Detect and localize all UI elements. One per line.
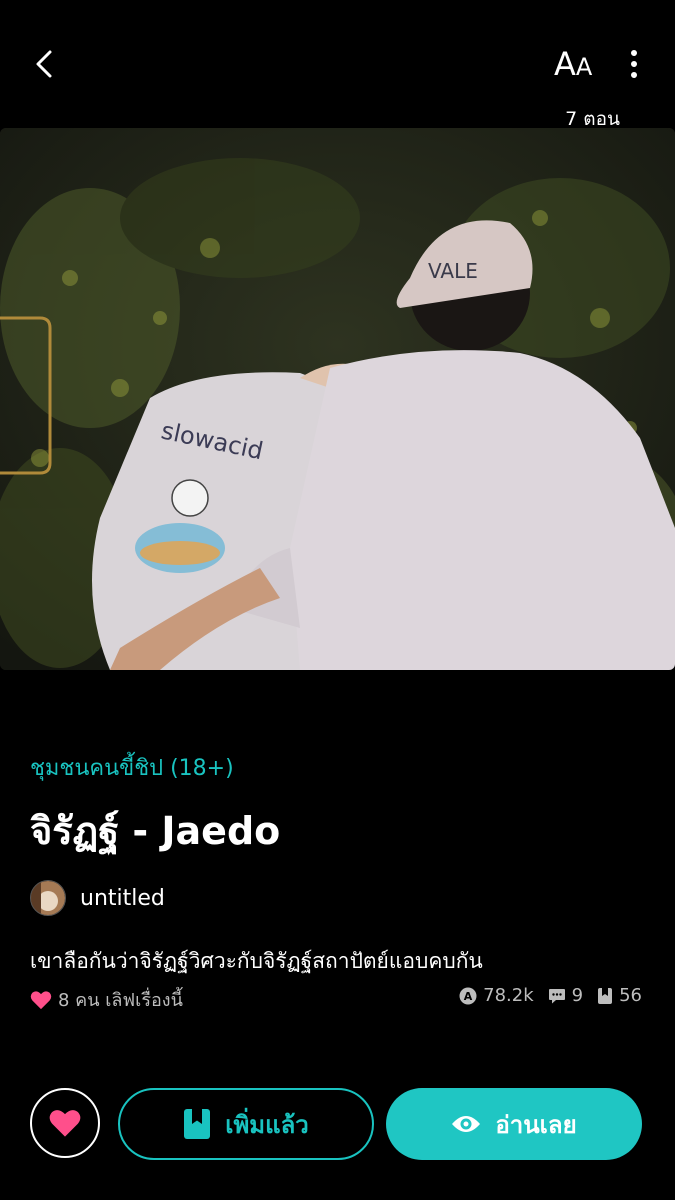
- font-size-button[interactable]: A A: [554, 44, 600, 84]
- cover-image: VALE slowacid: [0, 128, 675, 670]
- bookmark-icon: [184, 1109, 211, 1139]
- story-title: จิรัฏฐ์ - Jaedo: [30, 809, 281, 853]
- bookmarks-stat: 56: [597, 985, 642, 1006]
- likes-summary: 8 คน เลิฟเรื่องนี้: [30, 985, 183, 1014]
- svg-text:VALE: VALE: [428, 259, 478, 283]
- comments-stat: 9: [548, 985, 583, 1006]
- like-button[interactable]: [30, 1088, 100, 1158]
- story-genre[interactable]: ชุมชนคนขี้ชิป (18+): [30, 750, 234, 785]
- bookmarks-count: 56: [619, 985, 642, 1006]
- comment-icon: [548, 988, 565, 1003]
- views-count: 78.2k: [483, 985, 534, 1006]
- heart-icon: [49, 1110, 81, 1137]
- author-name: untitled: [80, 885, 165, 911]
- story-description: เขาลือกันว่าจิรัฏฐ์วิศวะกับจิรัฏฐ์สถาปัต…: [30, 949, 483, 973]
- added-to-library-button[interactable]: เพิ่มแล้ว: [118, 1088, 374, 1160]
- eye-icon: [452, 1116, 481, 1132]
- top-bar: A A 7 ตอน: [0, 0, 675, 130]
- likes-text: 8 คน เลิฟเรื่องนี้: [58, 990, 183, 1011]
- views-stat: A 78.2k: [459, 985, 534, 1006]
- svg-text:A: A: [464, 990, 473, 1003]
- stats-row: 8 คน เลิฟเรื่องนี้ A 78.2k 9 56: [30, 985, 642, 1013]
- font-size-big-label: A: [554, 45, 576, 83]
- views-icon: A: [459, 987, 477, 1004]
- comments-count: 9: [571, 985, 584, 1006]
- bookmark-icon: [598, 987, 613, 1004]
- font-size-small-label: A: [575, 53, 593, 81]
- action-bar: เพิ่มแล้ว อ่านเลย: [0, 1088, 675, 1162]
- author-row[interactable]: untitled: [30, 880, 165, 916]
- back-icon[interactable]: [28, 44, 64, 84]
- avatar: [30, 880, 66, 916]
- added-label: เพิ่มแล้ว: [225, 1110, 309, 1139]
- read-now-button[interactable]: อ่านเลย: [386, 1088, 642, 1160]
- read-label: อ่านเลย: [495, 1110, 577, 1139]
- story-stats: A 78.2k 9 56: [445, 985, 642, 1006]
- heart-icon: [30, 990, 52, 1009]
- more-icon[interactable]: [620, 46, 648, 82]
